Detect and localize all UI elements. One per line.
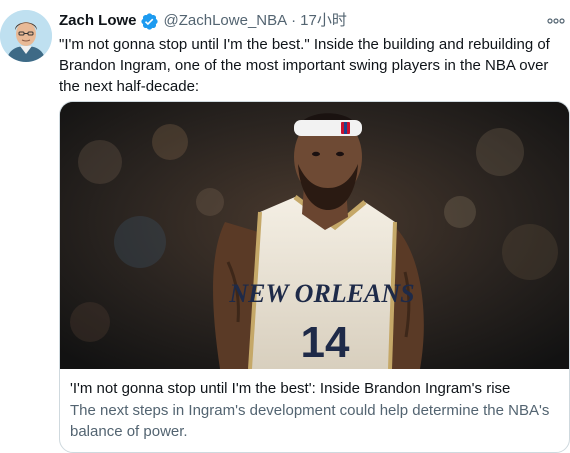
card-image[interactable]: NEW ORLEANS 14 [60, 102, 569, 369]
author-display-name[interactable]: Zach Lowe [59, 10, 137, 32]
tweet[interactable]: Zach Lowe @ZachLowe_NBA · 17小时 "I'm not … [0, 0, 570, 453]
avatar[interactable] [0, 10, 52, 62]
verified-badge-icon [140, 12, 159, 31]
more-dots-icon[interactable] [546, 12, 566, 30]
link-card[interactable]: NEW ORLEANS 14 'I'm not gonna stop until [59, 101, 570, 453]
tweet-header: Zach Lowe @ZachLowe_NBA · 17小时 [59, 10, 347, 32]
avatar-image [0, 10, 52, 62]
tweet-timestamp[interactable]: 17小时 [300, 10, 347, 32]
card-title[interactable]: 'I'm not gonna stop until I'm the best':… [70, 379, 560, 399]
separator-dot: · [291, 12, 297, 29]
jersey-text: NEW ORLEANS [228, 279, 414, 308]
author-handle[interactable]: @ZachLowe_NBA [164, 10, 288, 32]
jersey-number: 14 [301, 318, 350, 367]
card-description[interactable]: The next steps in Ingram's development c… [70, 400, 550, 442]
tweet-text: "I'm not gonna stop until I'm the best."… [59, 36, 550, 95]
